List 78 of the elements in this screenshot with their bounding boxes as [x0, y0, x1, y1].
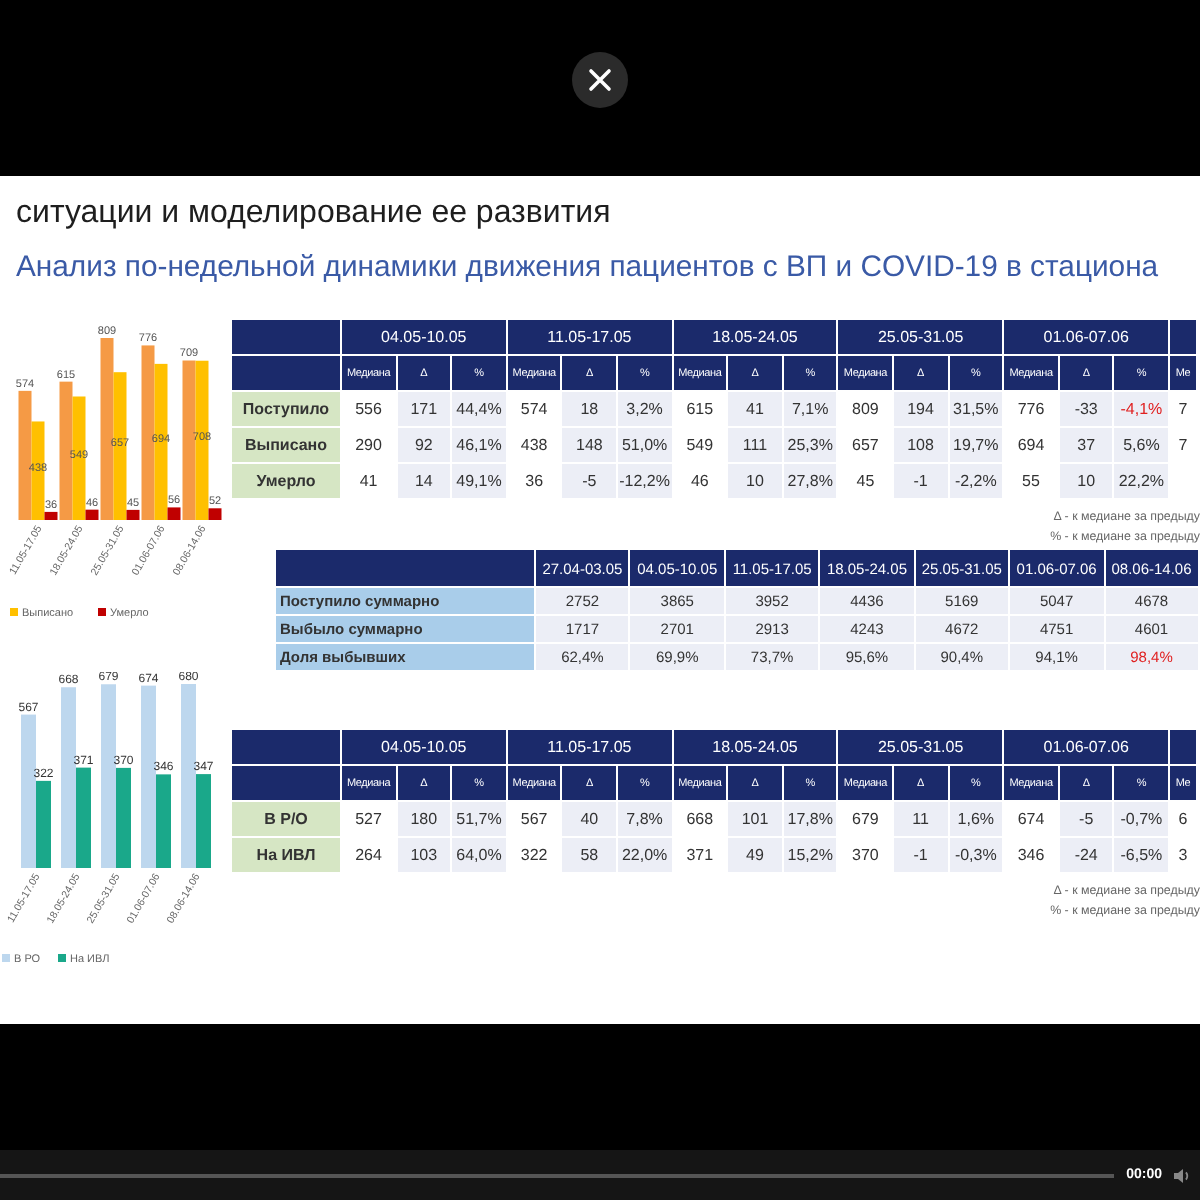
table-cell: -5 — [561, 463, 617, 499]
table-cell: 51,7% — [451, 801, 507, 837]
table-cell: 40 — [561, 801, 617, 837]
table-cell: 18 — [561, 391, 617, 427]
column-header: 25.05-31.05 — [837, 319, 1004, 355]
table-cell: 49 — [727, 837, 783, 873]
volume-icon[interactable] — [1174, 1167, 1192, 1183]
table-cell: 5,6% — [1113, 427, 1169, 463]
table-cell: 31,5% — [948, 391, 1004, 427]
table-cell: 27,8% — [782, 463, 838, 499]
table-cell: 44,4% — [451, 391, 507, 427]
table-cell: 171 — [396, 391, 452, 427]
row-header: Умерло — [231, 463, 341, 499]
table-header — [231, 355, 341, 391]
table-cell: 1,6% — [948, 801, 1004, 837]
table-cell: 17,8% — [782, 801, 838, 837]
table-cell: 14 — [396, 463, 452, 499]
table-cell: 103 — [396, 837, 452, 873]
table-cell: 22,2% — [1113, 463, 1169, 499]
table-cell: 101 — [727, 801, 783, 837]
table-cell: 148 — [561, 427, 617, 463]
table-cell: -0,7% — [1113, 801, 1169, 837]
table-cell: 11 — [893, 801, 949, 837]
row-header: Поступило — [231, 391, 341, 427]
table-cell: 92 — [396, 427, 452, 463]
table-cell: 49,1% — [451, 463, 507, 499]
table-header — [231, 319, 341, 355]
table-cell: -4,1% — [1113, 391, 1169, 427]
legend-swatch — [10, 608, 18, 616]
table-cell: 51,0% — [616, 427, 673, 463]
table-cell: -1 — [893, 463, 949, 499]
table-cell: 7,8% — [616, 801, 673, 837]
table-cell: -12,2% — [616, 463, 673, 499]
column-header: 01.06-07.06 — [1003, 729, 1169, 765]
table-cell: 7,1% — [782, 391, 838, 427]
column-header: 01.06-07.06 — [1003, 319, 1169, 355]
close-icon — [588, 68, 612, 92]
column-header: 11.05-17.05 — [506, 729, 673, 765]
slide-subtitle: Анализ по-недельной динамики движения пациентов с ВП и COVID-19 в стациона — [16, 252, 1161, 284]
row-header: Выписано — [231, 427, 341, 463]
table-cell: 10 — [1058, 463, 1114, 499]
table-cell: 46,1% — [451, 427, 507, 463]
table-cell: 3,2% — [616, 391, 673, 427]
legend-swatch — [58, 954, 66, 962]
table-cell: -33 — [1058, 391, 1114, 427]
table-cell: 37 — [1058, 427, 1114, 463]
column-header: 25.05-31.05 — [837, 729, 1004, 765]
slide-heading: ситуации и моделирование ее развития — [16, 196, 613, 232]
table-cell: -1 — [893, 837, 949, 873]
column-header: 11.05-17.05 — [506, 319, 673, 355]
row-header: В Р/О — [231, 801, 341, 837]
table-header — [231, 729, 341, 765]
table-cell: -6,5% — [1113, 837, 1169, 873]
legend-swatch — [2, 954, 10, 962]
table-cell: 180 — [396, 801, 452, 837]
table-cell: 19,7% — [948, 427, 1004, 463]
table-cell: 64,0% — [451, 837, 507, 873]
table-cell: -0,3% — [948, 837, 1004, 873]
table-cell: 194 — [893, 391, 949, 427]
column-header: 18.05-24.05 — [672, 319, 838, 355]
table-cell: 10 — [727, 463, 783, 499]
table-cell: 108 — [893, 427, 949, 463]
legend-swatch — [98, 608, 106, 616]
table-cell: -2,2% — [948, 463, 1004, 499]
column-header: 04.05-10.05 — [341, 729, 507, 765]
column-header: 18.05-24.05 — [672, 729, 838, 765]
table-cell: -24 — [1058, 837, 1114, 873]
table-cell: 111 — [727, 427, 783, 463]
table-cell: 15,2% — [782, 837, 838, 873]
table-header — [231, 765, 341, 801]
table-cell: 41 — [727, 391, 783, 427]
table-cell: -5 — [1058, 801, 1114, 837]
table-cell: 25,3% — [782, 427, 838, 463]
row-header: На ИВЛ — [231, 837, 341, 873]
column-header: 04.05-10.05 — [341, 319, 507, 355]
close-button[interactable] — [572, 52, 628, 108]
table-cell: 58 — [561, 837, 617, 873]
table-cell: 22,0% — [616, 837, 673, 873]
